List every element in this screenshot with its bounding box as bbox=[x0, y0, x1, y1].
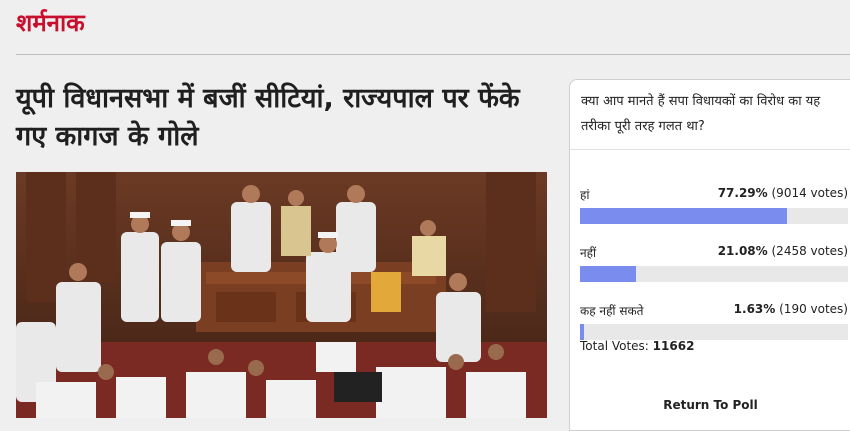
poll-widget: क्या आप मानते हैं सपा विधायकों का विरोध … bbox=[569, 79, 850, 431]
article-photo[interactable] bbox=[16, 172, 547, 418]
poll-divider bbox=[570, 149, 850, 150]
poll-option: नहीं 21.08% (2458 votes) bbox=[570, 230, 850, 288]
poll-total: Total Votes: 11662 bbox=[580, 339, 694, 353]
poll-option-percent: 1.63% bbox=[733, 302, 776, 316]
poll-bar-fill bbox=[580, 266, 637, 282]
poll-total-label: Total Votes: bbox=[580, 339, 649, 353]
poll-option-percent: 21.08% bbox=[717, 244, 768, 258]
poll-option-stats: 77.29% (9014 votes) bbox=[718, 186, 848, 200]
assembly-photo-illustration bbox=[16, 172, 547, 418]
poll-question: क्या आप मानते हैं सपा विधायकों का विरोध … bbox=[581, 94, 821, 134]
return-to-poll-button[interactable]: Return To Poll bbox=[570, 398, 850, 412]
poll-option-votes: (190 votes) bbox=[779, 302, 848, 316]
poll-option-stats: 1.63% (190 votes) bbox=[734, 302, 848, 316]
article-headline[interactable]: यूपी विधानसभा में बजीं सीटियां, राज्यपाल… bbox=[16, 80, 556, 156]
divider bbox=[16, 54, 850, 55]
poll-option-votes: (9014 votes) bbox=[771, 186, 849, 200]
poll-option: हां 77.29% (9014 votes) bbox=[570, 172, 850, 230]
poll-option-votes: (2458 votes) bbox=[771, 244, 849, 258]
poll-bar-fill bbox=[580, 324, 584, 340]
poll-bar-fill bbox=[580, 208, 788, 224]
poll-bar-track bbox=[580, 324, 848, 340]
poll-option-label: कह नहीं सकते bbox=[580, 304, 644, 318]
section-title: शर्मनाक bbox=[16, 9, 85, 37]
poll-option-label: नहीं bbox=[580, 246, 597, 260]
poll-option-percent: 77.29% bbox=[717, 186, 768, 200]
poll-total-value: 11662 bbox=[652, 339, 695, 353]
poll-option-label: हां bbox=[580, 188, 590, 202]
poll-option: कह नहीं सकते 1.63% (190 votes) bbox=[570, 288, 850, 346]
poll-bar-track bbox=[580, 208, 848, 224]
poll-option-stats: 21.08% (2458 votes) bbox=[718, 244, 848, 258]
poll-bar-track bbox=[580, 266, 848, 282]
